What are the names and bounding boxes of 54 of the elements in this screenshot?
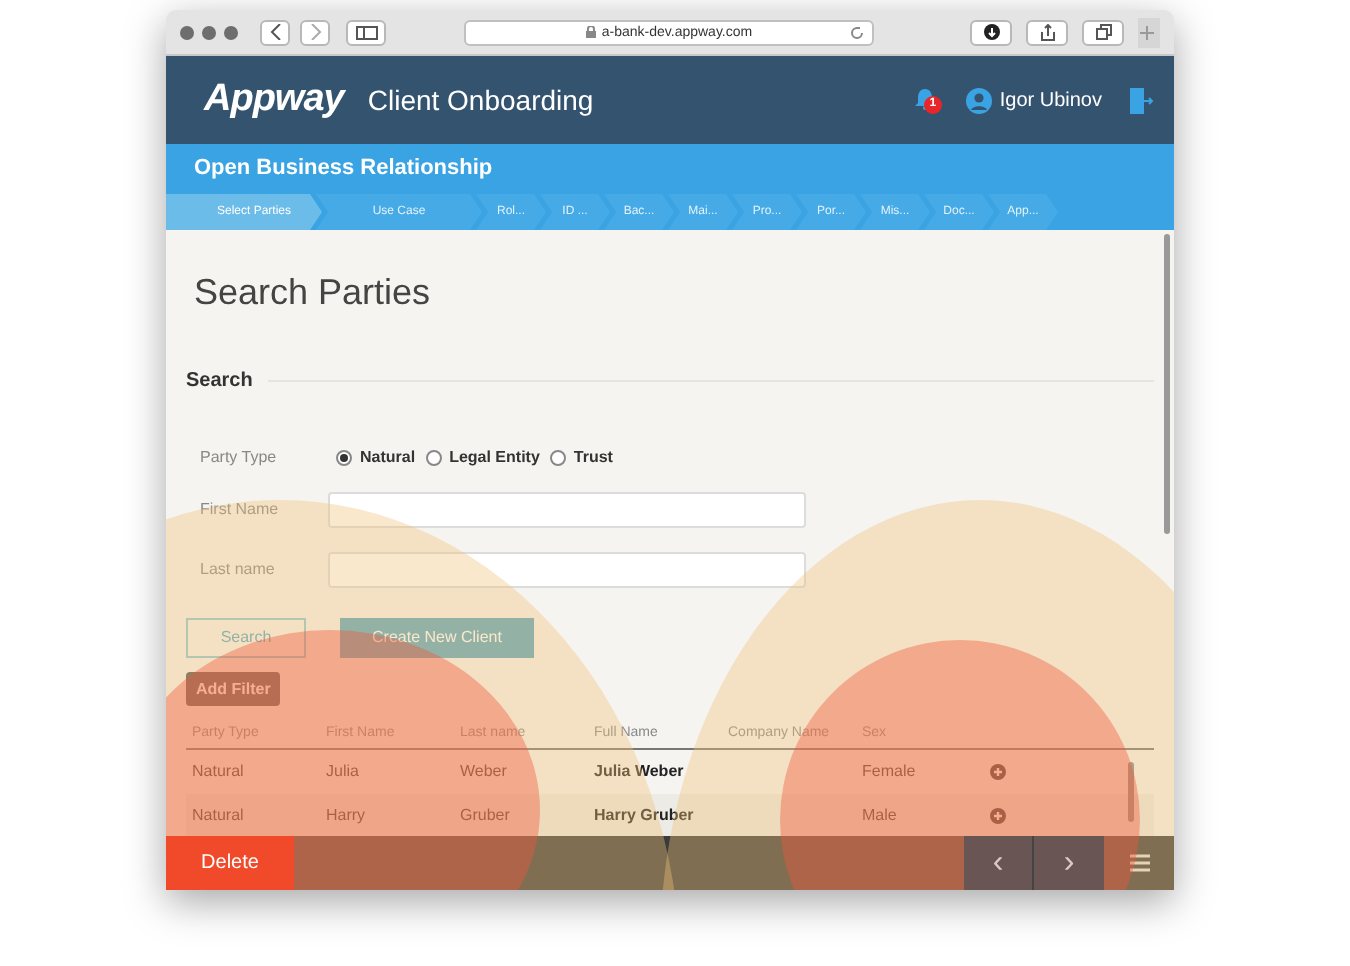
- page-scrollbar[interactable]: [1164, 234, 1170, 534]
- table-cell-text: Natural: [190, 803, 246, 827]
- delete-button[interactable]: Delete: [166, 836, 294, 890]
- download-icon: [983, 24, 999, 40]
- add-icon[interactable]: [990, 763, 1006, 779]
- field-label: Last name: [200, 558, 277, 582]
- process-title: Open Business Relationship: [194, 154, 493, 185]
- radio-button[interactable]: [549, 450, 566, 466]
- field-label: First Name: [200, 498, 281, 522]
- chevron-right-icon: [309, 24, 321, 40]
- text-field[interactable]: [328, 552, 806, 588]
- tabs-icon: [1095, 24, 1111, 40]
- app-title: Client Onboarding: [367, 81, 594, 120]
- page-title: Search Parties: [194, 270, 433, 316]
- sidebar-icon: [355, 25, 377, 39]
- user-avatar-icon[interactable]: [965, 87, 992, 113]
- search-button[interactable]: Search: [186, 618, 306, 658]
- new-tab-icon[interactable]: [1138, 17, 1160, 47]
- section-title: Search: [186, 368, 253, 396]
- share-button[interactable]: [1026, 19, 1068, 45]
- previous-button[interactable]: ‹: [964, 836, 1034, 890]
- radio-label[interactable]: Natural: [360, 446, 416, 470]
- field-label: Party Type: [200, 446, 279, 470]
- add-filter-button[interactable]: Add Filter: [186, 672, 281, 706]
- back-button[interactable]: [260, 19, 290, 45]
- table-cell-text: Weber: [458, 759, 509, 783]
- radio-label[interactable]: Trust: [573, 446, 613, 470]
- logout-icon[interactable]: [1130, 87, 1154, 113]
- share-icon: [1039, 23, 1055, 41]
- download-button[interactable]: [970, 19, 1012, 45]
- table-cell-text: Julia Weber: [592, 759, 686, 783]
- table-scrollbar[interactable]: [1128, 762, 1134, 822]
- table-cell-text: Julia: [324, 759, 361, 783]
- table-cell-text: Harry: [324, 803, 368, 827]
- text-field[interactable]: [328, 492, 806, 528]
- tabs-button[interactable]: [1082, 19, 1124, 45]
- table-cell-text: Gruber: [458, 803, 512, 827]
- chevron-left-icon: [269, 24, 281, 40]
- add-icon[interactable]: [990, 807, 1006, 823]
- next-button[interactable]: ›: [1034, 836, 1104, 890]
- table-cell-text: Female: [860, 759, 918, 783]
- radio-button[interactable]: [425, 450, 442, 466]
- reload-icon[interactable]: [850, 25, 864, 39]
- lock-icon: [585, 26, 596, 38]
- table-cell-text: Harry Gruber: [592, 803, 696, 827]
- table-cell-text: Male: [860, 803, 899, 827]
- table-cell-text: Natural: [190, 759, 246, 783]
- forward-button[interactable]: [300, 19, 330, 45]
- radio-label[interactable]: Legal Entity: [449, 446, 540, 470]
- app-logo: Appway: [204, 75, 344, 124]
- radio-button[interactable]: [336, 450, 352, 466]
- create-client-button[interactable]: Create New Client: [340, 618, 534, 658]
- sidebar-button[interactable]: [346, 19, 386, 45]
- user-name[interactable]: Igor Ubinov: [999, 85, 1102, 115]
